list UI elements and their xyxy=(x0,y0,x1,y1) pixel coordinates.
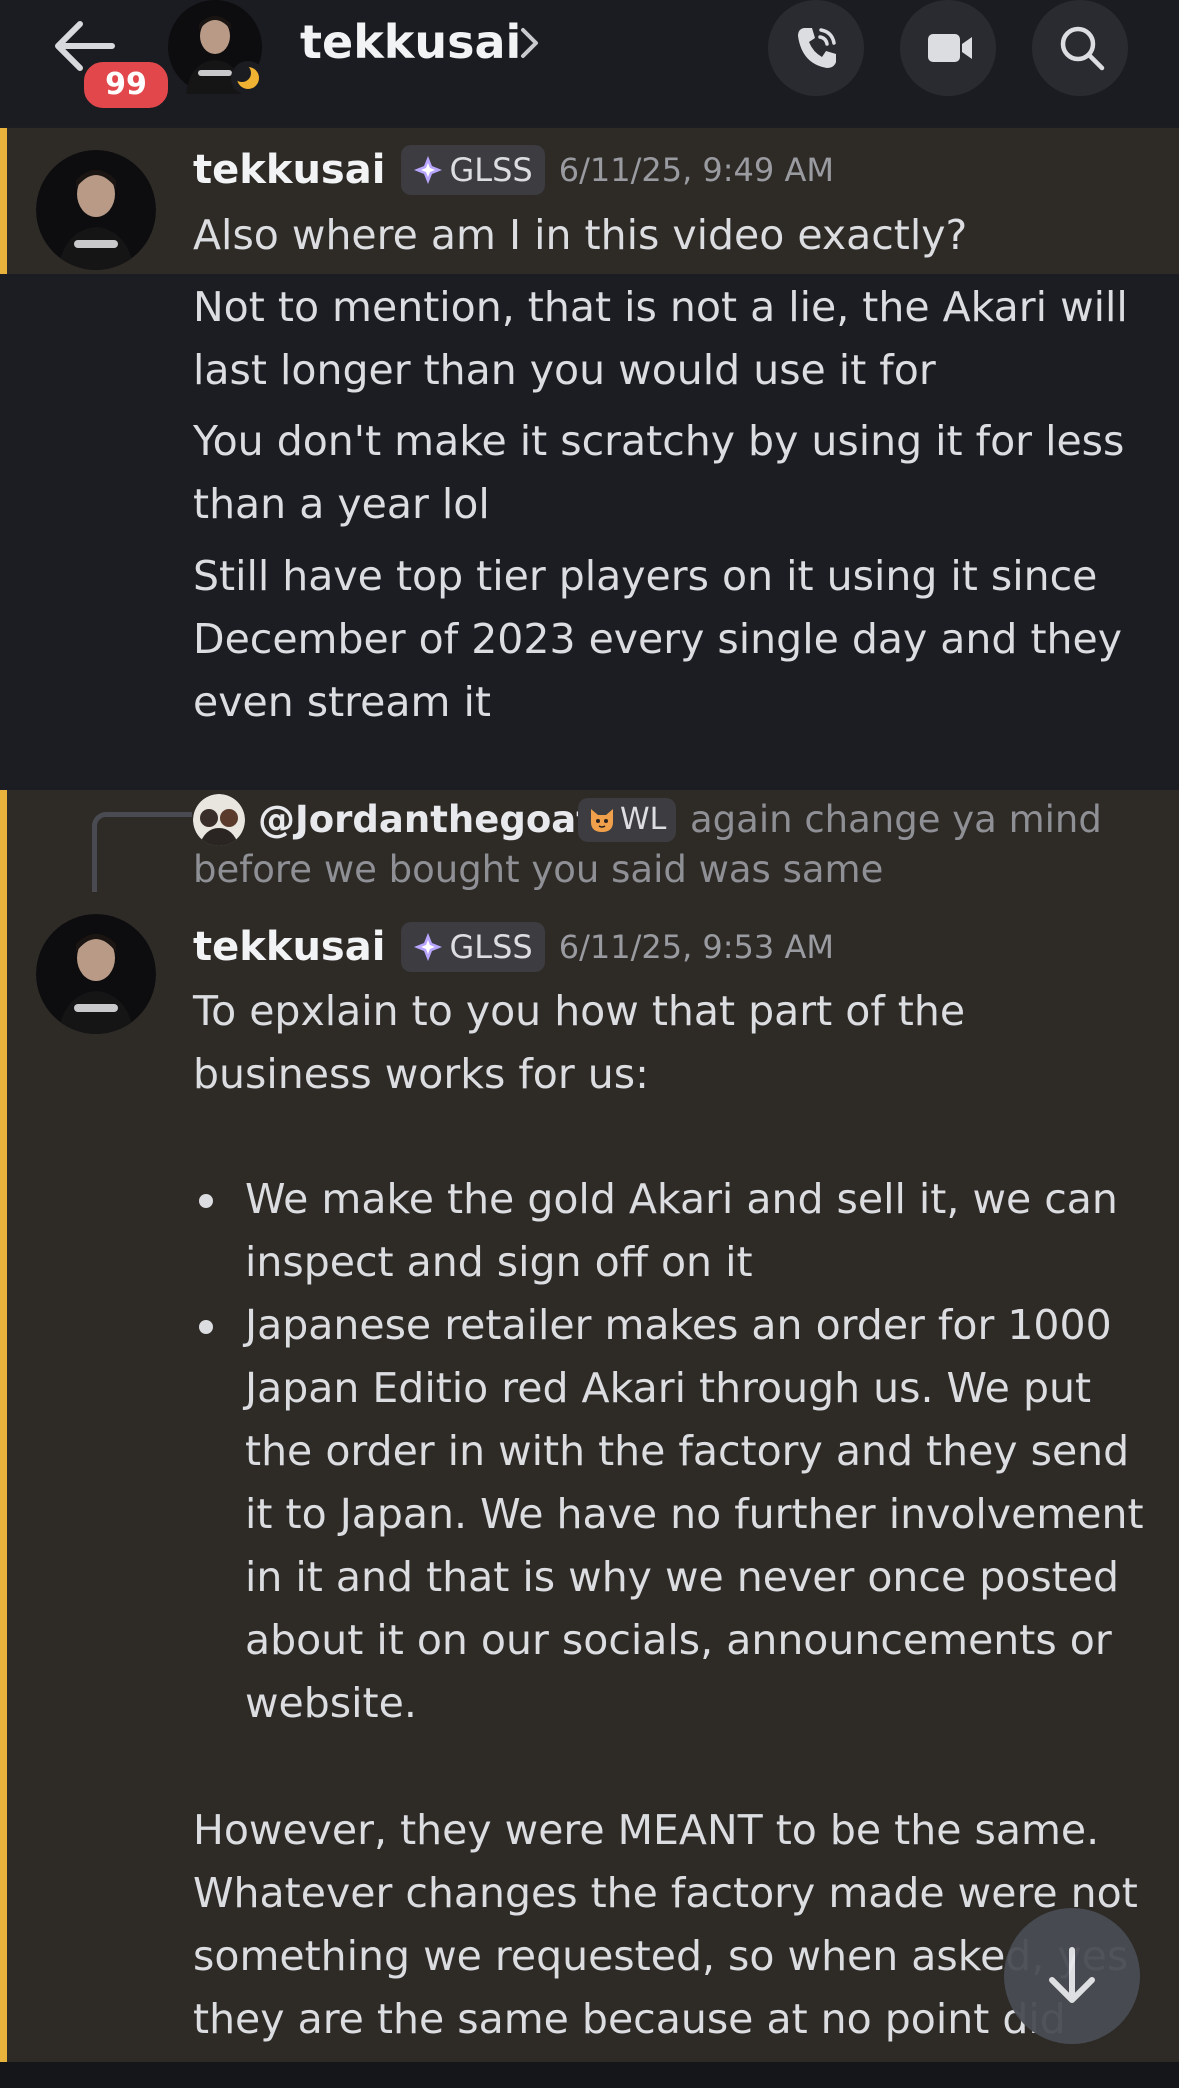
chat-header: 99 tekkusai xyxy=(0,0,1179,126)
moon-icon xyxy=(231,61,265,95)
jump-to-bottom-button[interactable] xyxy=(1004,1908,1140,2044)
reply-connector xyxy=(92,812,192,892)
composer-edge xyxy=(0,2062,1179,2088)
reply-avatar[interactable] xyxy=(193,794,245,846)
author-name[interactable]: tekkusai xyxy=(193,924,385,970)
video-camera-icon xyxy=(928,34,972,62)
cat-icon xyxy=(591,809,613,832)
message-text: Also where am I in this video exactly? xyxy=(193,211,968,259)
search-button[interactable] xyxy=(1032,0,1128,96)
reply-preview-text[interactable]: before we bought you said was same xyxy=(193,844,883,896)
message-header: tekkusai GLSS 6/11/25, 9:53 AM xyxy=(193,917,834,977)
list-item: We make the gold Akari and sell it, we c… xyxy=(193,1168,1153,1294)
channel-title[interactable]: tekkusai xyxy=(300,12,521,72)
avatar[interactable] xyxy=(168,0,265,95)
role-tag-label: GLSS xyxy=(449,151,533,189)
role-tag[interactable]: GLSS xyxy=(401,922,545,972)
message-text: However, they were MEANT to be the same.… xyxy=(193,1806,1138,2043)
reply-author[interactable]: @Jordanthegoat xyxy=(258,790,594,850)
role-tag[interactable]: GLSS xyxy=(401,145,545,195)
list-item: Japanese retailer makes an order for 100… xyxy=(193,1294,1153,1735)
author-name[interactable]: tekkusai xyxy=(193,147,385,193)
timestamp: 6/11/25, 9:53 AM xyxy=(558,928,834,966)
bullet-list: We make the gold Akari and sell it, we c… xyxy=(193,1168,1153,1735)
voice-call-button[interactable] xyxy=(768,0,864,96)
sparkle-icon xyxy=(414,933,443,961)
reply-role-tag[interactable]: WL xyxy=(578,798,677,842)
role-tag-label: GLSS xyxy=(449,928,533,966)
unread-count-badge: 99 xyxy=(80,58,172,112)
avatar[interactable] xyxy=(36,150,156,270)
chevron-right-icon[interactable] xyxy=(518,24,542,62)
message-text: Still have top tier players on it using … xyxy=(193,552,1123,726)
message-header: tekkusai GLSS 6/11/25, 9:49 AM xyxy=(193,140,834,200)
arrow-down-icon xyxy=(1049,1947,1095,2003)
search-icon xyxy=(1060,26,1105,71)
message-text: You don't make it scratchy by using it f… xyxy=(193,417,1125,528)
avatar[interactable] xyxy=(36,914,156,1034)
reply-preview-text[interactable]: again change ya mind xyxy=(690,790,1102,850)
sparkle-icon xyxy=(414,156,443,184)
reply-role-label: WL xyxy=(620,802,667,837)
message-text: To epxlain to you how that part of the b… xyxy=(193,987,966,1098)
phone-icon xyxy=(798,28,836,68)
timestamp: 6/11/25, 9:49 AM xyxy=(558,151,834,189)
message-text: Not to mention, that is not a lie, the A… xyxy=(193,283,1128,394)
video-call-button[interactable] xyxy=(900,0,996,96)
